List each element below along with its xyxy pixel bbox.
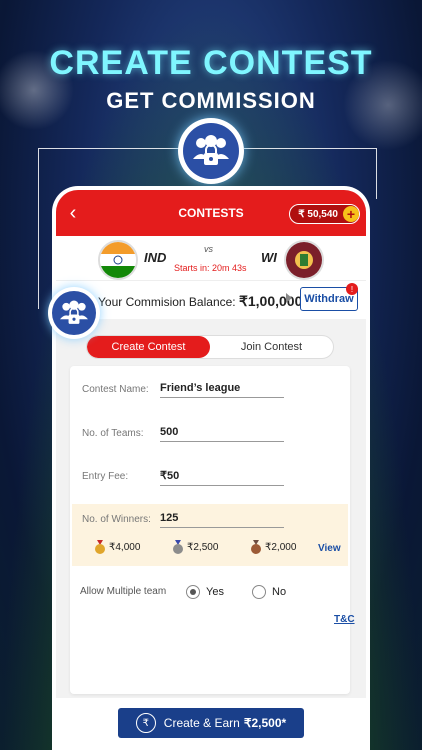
commission-text: Your Commision Balance:	[98, 295, 239, 309]
silver-medal-icon	[173, 540, 183, 554]
group-lock-icon	[183, 123, 239, 179]
teams-row: No. of Teams: 500	[70, 420, 350, 450]
promo-subheadline: GET COMMISSION	[106, 88, 316, 113]
phone-screen: ‹ CONTESTS ₹ 50,540 + IND vs Starts in: …	[56, 190, 366, 750]
prize-amount: ₹2,500	[187, 541, 219, 553]
entry-fee-label: Entry Fee:	[82, 471, 129, 482]
create-contest-form: Contest Name: Friend’s league No. of Tea…	[70, 366, 350, 694]
contest-name-row: Contest Name: Friend’s league	[70, 376, 350, 406]
view-prizes-link[interactable]: View	[318, 543, 341, 554]
arrow-right-icon	[286, 293, 292, 303]
group-lock-badge	[178, 118, 244, 184]
cta-amount: ₹2,500*	[243, 716, 287, 730]
alert-badge: !	[346, 283, 358, 295]
entry-fee-row: Entry Fee: ₹50	[70, 463, 350, 493]
vs-label: vs	[204, 244, 213, 254]
winners-input[interactable]: 125	[160, 512, 284, 528]
rupee-coin-icon: ₹	[135, 713, 156, 733]
promo-headline: CREATE CONTEST	[49, 44, 373, 82]
team-2-name: WI	[261, 250, 277, 265]
gold-medal-icon	[95, 540, 105, 554]
india-flag-icon	[98, 240, 138, 280]
teams-input[interactable]: 500	[160, 426, 284, 442]
contest-name-label: Contest Name:	[82, 384, 149, 395]
match-countdown: Starts in: 20m 43s	[174, 263, 247, 273]
group-lock-badge-small	[48, 287, 100, 339]
radio-selected-dot	[190, 589, 196, 595]
create-and-earn-button[interactable]: ₹ Create & Earn ₹2,500*	[118, 708, 304, 738]
team-1-name: IND	[144, 250, 167, 265]
west-indies-flag-icon	[284, 240, 324, 280]
terms-link[interactable]: T&C	[334, 614, 355, 625]
winners-label: No. of Winners:	[82, 514, 151, 525]
winners-row: No. of Winners: 125	[70, 506, 350, 536]
prize-rank-3: ₹2,000	[250, 540, 296, 554]
multiple-team-label: Allow Multiple team	[80, 586, 167, 597]
radio-yes-label: Yes	[206, 586, 224, 598]
radio-yes[interactable]	[186, 585, 200, 599]
tab-join-contest[interactable]: Join Contest	[210, 336, 333, 358]
commission-label: Your Commision Balance: ₹1,00,000	[98, 293, 302, 310]
teams-label: No. of Teams:	[82, 428, 144, 439]
prize-rank-2: ₹2,500	[172, 540, 218, 554]
commission-bar: Your Commision Balance: ₹1,00,000 Withdr…	[56, 280, 366, 319]
cta-label: Create & Earn	[163, 716, 240, 730]
tab-create-contest[interactable]: Create Contest	[87, 336, 210, 358]
radio-no-label: No	[272, 586, 287, 598]
wallet-amount: ₹ 50,540	[298, 208, 338, 220]
prize-amount: ₹4,000	[109, 541, 141, 553]
contest-tabs: Create Contest Join Contest	[86, 335, 334, 359]
commission-amount: ₹1,00,000	[238, 293, 303, 309]
radio-no[interactable]	[252, 585, 266, 599]
winners-section: No. of Winners: 125 ₹4,000 ₹2,500 ₹2,000…	[72, 504, 348, 566]
wallet-balance[interactable]: ₹ 50,540 +	[289, 204, 360, 224]
prize-rank-1: ₹4,000	[94, 540, 140, 554]
match-card: IND vs Starts in: 20m 43s WI	[56, 236, 366, 280]
prize-amount: ₹2,000	[265, 541, 297, 553]
entry-fee-input[interactable]: ₹50	[160, 469, 284, 486]
contest-name-input[interactable]: Friend’s league	[160, 382, 284, 398]
bronze-medal-icon	[251, 540, 261, 554]
multiple-team-row: Allow Multiple team Yes No	[70, 582, 350, 602]
app-header: ‹ CONTESTS ₹ 50,540 +	[56, 190, 366, 236]
footer-bar: ₹ Create & Earn ₹2,500*	[56, 698, 366, 750]
add-money-icon[interactable]: +	[343, 206, 359, 222]
group-lock-icon	[52, 291, 96, 335]
